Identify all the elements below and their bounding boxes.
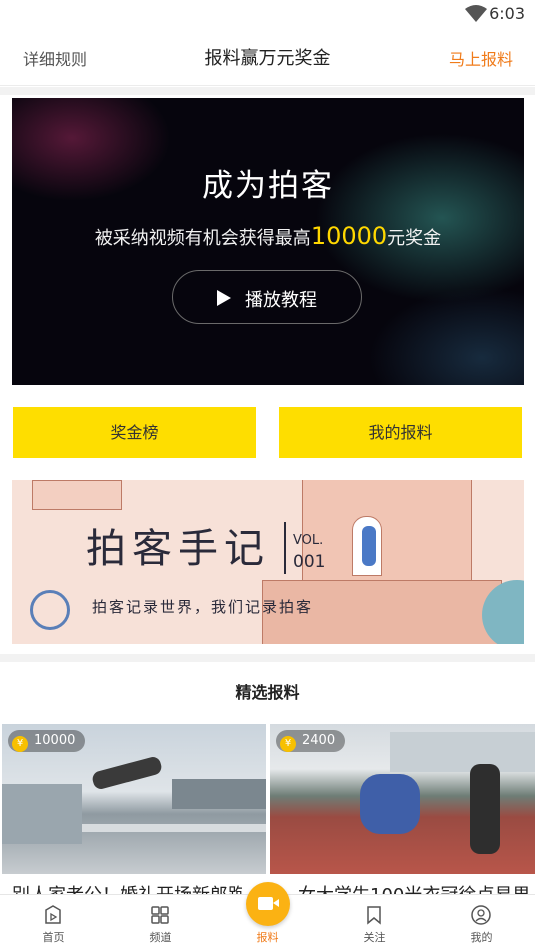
report-card[interactable]: ¥10000 [2, 724, 266, 874]
play-tutorial-button[interactable]: 播放教程 [172, 270, 362, 324]
roof-illustration [32, 480, 122, 510]
reward-amount: 10000 [34, 733, 76, 748]
railing [82, 824, 266, 832]
jumping-man [90, 755, 164, 791]
my-reports-button[interactable]: 我的报料 [279, 407, 522, 458]
camera-icon-lens [273, 899, 279, 907]
tab-home[interactable]: 首页 [0, 895, 107, 947]
bystander [470, 764, 500, 854]
tab-profile[interactable]: 我的 [428, 895, 535, 947]
profile-icon [471, 905, 491, 925]
banner-subline: 被采纳视频有机会获得最高10000元奖金 [12, 222, 524, 250]
tab-label: 我的 [470, 931, 493, 944]
report-now-link[interactable]: 马上报料 [449, 46, 513, 70]
divider [0, 87, 535, 95]
top-navbar: 详细规则 报料赢万元奖金 马上报料 [0, 30, 535, 86]
report-fab-button[interactable] [246, 882, 290, 926]
divider [0, 654, 535, 662]
coin-icon: ¥ [12, 736, 28, 752]
tab-label: 关注 [363, 931, 386, 944]
tab-follow[interactable]: 关注 [321, 895, 428, 947]
banner-amount: 10000 [310, 222, 388, 250]
illustration-slogan: 拍客记录世界，我们记录拍客 [92, 598, 314, 616]
vol-number: 001 [293, 552, 326, 572]
play-tutorial-label: 播放教程 [245, 290, 317, 311]
title-divider [284, 522, 286, 574]
section-title: 精选报料 [0, 662, 535, 724]
hero-banner[interactable]: 成为拍客 被采纳视频有机会获得最高10000元奖金 播放教程 [12, 98, 524, 385]
tab-label: 首页 [42, 931, 65, 944]
leaderboard-button[interactable]: 奖金榜 [13, 407, 256, 458]
grid-icon [151, 906, 169, 924]
tab-label: 报料 [256, 931, 279, 944]
camera-icon [258, 897, 273, 910]
status-time: 6:03 [489, 4, 525, 23]
reward-badge: ¥10000 [8, 730, 86, 752]
reward-amount: 2400 [302, 733, 336, 748]
play-icon [217, 290, 231, 306]
tab-channels[interactable]: 频道 [107, 895, 214, 947]
bicycle-illustration [30, 590, 70, 630]
carrying-man [360, 774, 420, 834]
banner-subline-prefix: 被采纳视频有机会获得最高 [94, 228, 311, 249]
building-bg [390, 732, 535, 772]
paike-notes-banner[interactable]: 拍客手记 VOL. 001 拍客记录世界，我们记录拍客 [12, 480, 524, 644]
bookmark-icon [367, 906, 381, 925]
stadium-roof [172, 779, 266, 809]
vol-label: VOL. [293, 533, 324, 548]
report-card[interactable]: ¥2400 [270, 724, 535, 874]
reward-badge: ¥2400 [276, 730, 346, 752]
person-illustration [362, 526, 376, 566]
banner-subline-suffix: 元奖金 [387, 228, 442, 249]
city-buildings [2, 784, 82, 844]
coin-icon: ¥ [280, 736, 296, 752]
home-icon [45, 905, 61, 924]
status-bar: 6:03 [0, 0, 535, 30]
wifi-icon [465, 5, 487, 22]
illustration-title: 拍客手记 [86, 526, 270, 572]
tab-label: 频道 [149, 931, 172, 944]
banner-headline: 成为拍客 [202, 168, 334, 204]
